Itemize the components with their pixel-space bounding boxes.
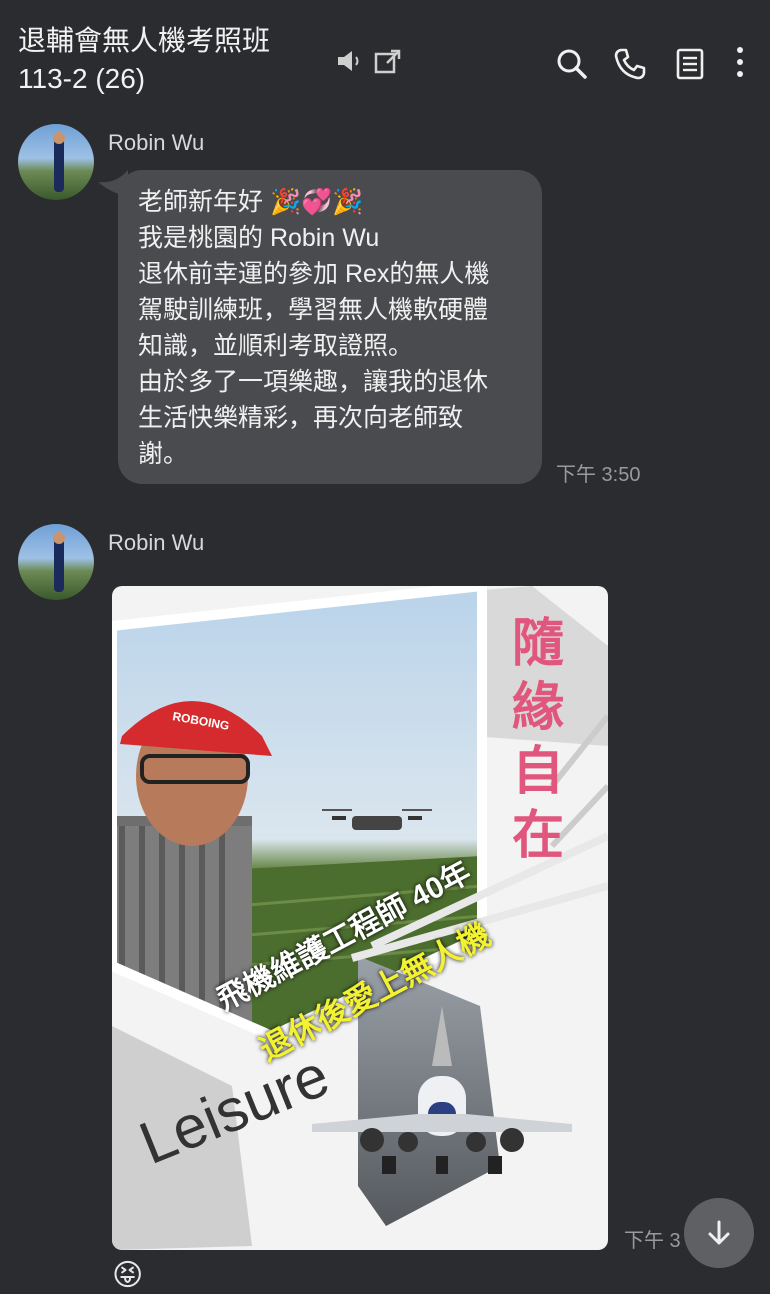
avatar-person xyxy=(54,538,64,592)
avatar-head xyxy=(53,132,65,144)
message-bubble[interactable]: 老師新年好 🎉💞🎉 我是桃園的 Robin Wu 退休前幸運的參加 Rex的無人… xyxy=(118,170,542,484)
phone-icon[interactable] xyxy=(612,46,648,82)
message-time: 下午 3:50 xyxy=(556,464,641,486)
chat-header: 退輔會無人機考照班 113-2 (26) xyxy=(0,0,770,118)
speaker-icon[interactable] xyxy=(334,46,364,76)
chat-title[interactable]: 退輔會無人機考照班 113-2 (26) xyxy=(18,22,270,98)
scroll-to-bottom-button[interactable] xyxy=(684,1198,754,1268)
message-line: 駕駛訓練班，學習無人機軟硬體 xyxy=(138,296,489,324)
search-icon[interactable] xyxy=(554,46,590,82)
vertical-slogan: 隨 緣 自 在 xyxy=(512,612,576,868)
avatar-head xyxy=(53,532,65,544)
avatar-person xyxy=(54,138,64,192)
notes-icon[interactable] xyxy=(672,46,708,82)
shared-photo[interactable]: ROBOING 隨 緣 自 在 飛機維護工程師 40年 退休後愛上無人機 Lei… xyxy=(112,586,608,1250)
open-external-icon[interactable] xyxy=(372,46,404,78)
vertical-char: 在 xyxy=(512,807,565,865)
message-line: 老師新年好 🎉💞🎉 xyxy=(138,188,364,216)
vertical-char: 自 xyxy=(512,743,565,801)
chat-title-line1: 退輔會無人機考照班 xyxy=(18,25,271,56)
avatar[interactable] xyxy=(18,524,94,600)
chat-title-line2: 113-2 (26) xyxy=(18,63,146,94)
message-line: 生活快樂精彩，再次向老師致 xyxy=(138,404,464,432)
vertical-char: 隨 xyxy=(512,615,565,673)
sticker-emoji[interactable]: 😝 xyxy=(112,1258,143,1294)
message-line: 知識，並順利考取證照。 xyxy=(138,332,414,360)
vertical-char: 緣 xyxy=(512,679,565,737)
message-time: 下午 3 xyxy=(624,1230,681,1252)
more-menu-icon[interactable] xyxy=(722,44,758,80)
arrow-down-icon xyxy=(708,1220,730,1245)
message-line: 我是桃園的 Robin Wu xyxy=(138,224,380,252)
sender-name[interactable]: Robin Wu xyxy=(108,530,204,556)
avatar[interactable] xyxy=(18,124,94,200)
message-line: 由於多了一項樂趣，讓我的退休 xyxy=(138,368,489,396)
message-line: 退休前幸運的參加 Rex的無人機 xyxy=(138,260,490,288)
sender-name[interactable]: Robin Wu xyxy=(108,130,204,156)
message-line: 謝。 xyxy=(138,440,189,468)
